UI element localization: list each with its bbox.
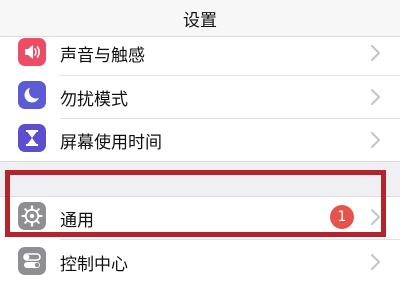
highlight-frame (5, 170, 386, 237)
settings-item-control-center[interactable]: 控制中心 (0, 240, 400, 282)
chevron-right-icon (371, 132, 380, 148)
settings-item-label: 勿扰模式 (60, 90, 128, 110)
settings-item-label: 声音与触感 (60, 46, 145, 66)
settings-item-label: 控制中心 (60, 255, 128, 275)
settings-item-do-not-disturb[interactable]: 勿扰模式 (0, 76, 400, 116)
settings-item-sounds[interactable]: 声音与触感 (0, 33, 400, 73)
navigation-bar: 设置 (0, 0, 400, 37)
hourglass-icon (18, 124, 46, 152)
settings-item-screen-time[interactable]: 屏幕使用时间 (0, 119, 400, 159)
chevron-right-icon (371, 89, 380, 105)
settings-item-label: 屏幕使用时间 (60, 133, 162, 153)
chevron-right-icon (371, 45, 380, 61)
chevron-right-icon (371, 254, 380, 270)
page-title: 设置 (183, 11, 217, 31)
moon-icon (18, 81, 46, 109)
toggles-icon (18, 247, 46, 275)
speaker-icon (18, 38, 46, 66)
